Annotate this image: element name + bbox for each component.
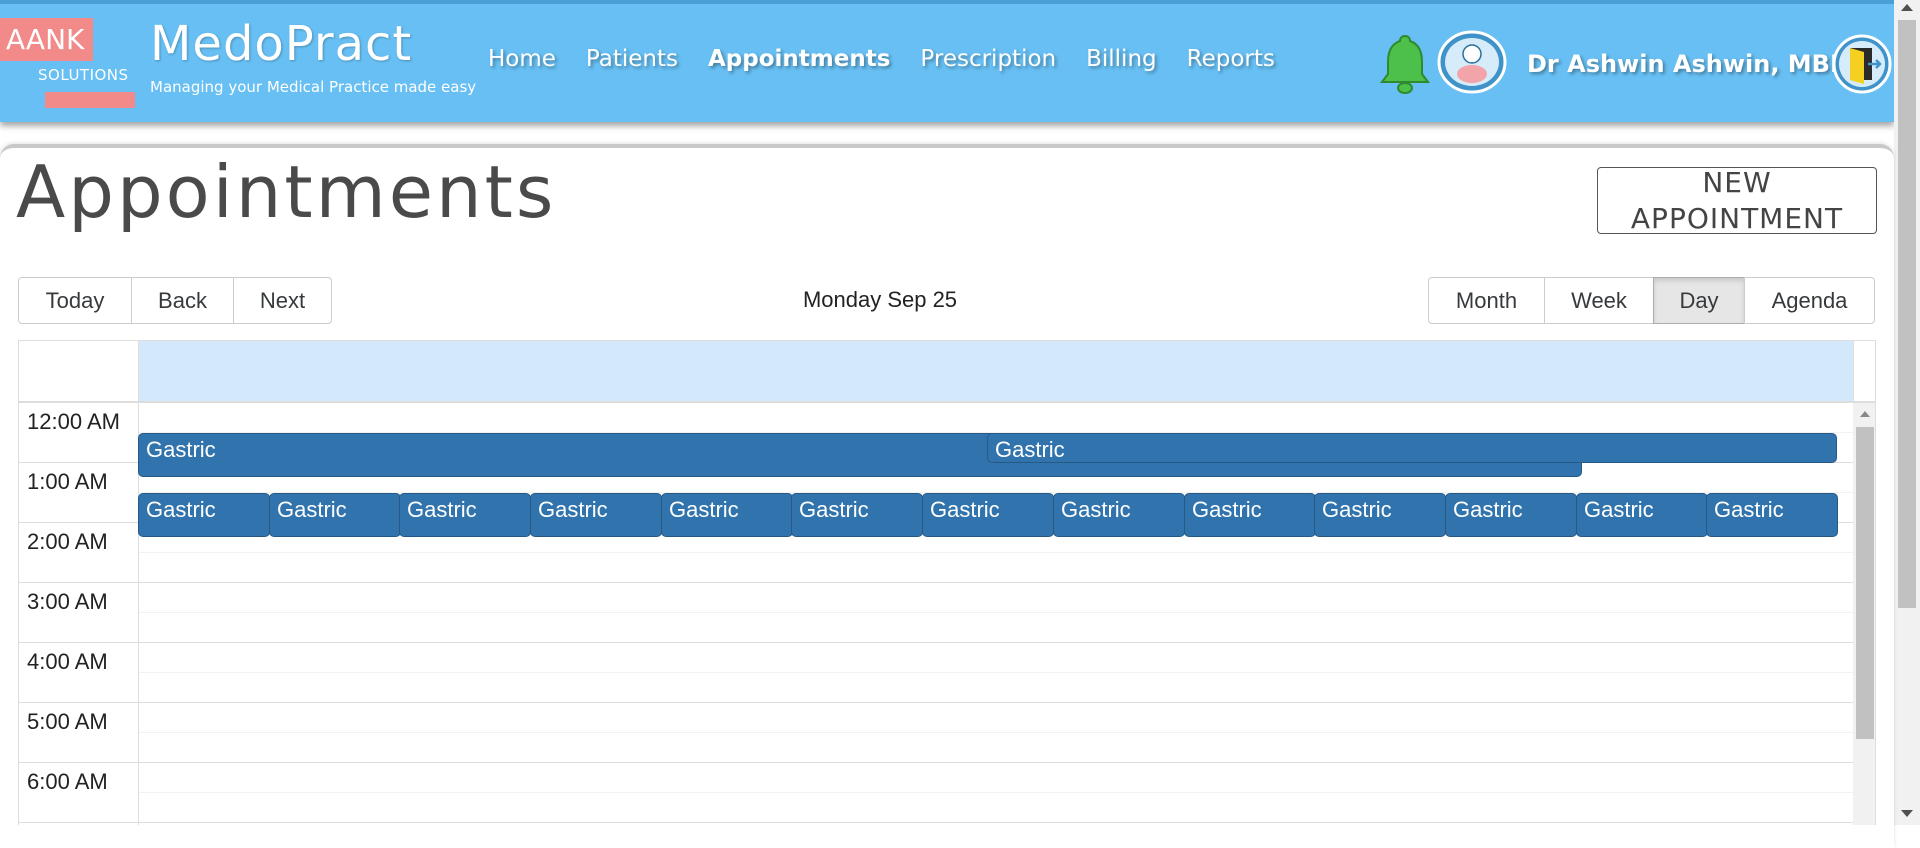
view-week-button[interactable]: Week [1544,277,1654,324]
new-appointment-label: NEW APPOINTMENT [1630,166,1844,235]
new-appointment-button[interactable]: NEW APPOINTMENT [1597,166,1877,235]
company-logo[interactable]: AANK SOLUTIONS [0,18,136,110]
day-calendar: 6:00 AM 5:00 AM 4:00 AM 3:00 AM 2:00 AM 1:00 … [18,340,1876,825]
nav-prescription[interactable]: Prescription [920,46,1056,72]
user-name[interactable]: Dr Ashwin Ashwin, MBBS [1527,50,1866,78]
scroll-up-arrow-icon[interactable] [1901,4,1913,11]
time-slot[interactable]: 5:00 AM [19,703,1853,763]
calendar-time-grid: 6:00 AM 5:00 AM 4:00 AM 3:00 AM 2:00 AM 1:00 … [19,403,1875,825]
appointment-event[interactable]: Gastric [1053,493,1185,537]
logo-solutions-text: SOLUTIONS [38,66,129,84]
appointment-event[interactable]: Gastric [138,493,270,537]
appointment-event[interactable]: Gastric [922,493,1054,537]
brand-tagline: Managing your Medical Practice made easy [150,78,477,96]
nav-appointments[interactable]: Appointments [708,46,890,72]
header-top-stripe [0,0,1894,4]
time-slot[interactable]: 3:00 AM [19,583,1853,643]
view-day-button[interactable]: Day [1653,277,1745,324]
appointment-event[interactable]: Gastric [1445,493,1577,537]
appointment-event[interactable]: Gastric [791,493,923,537]
appointment-event[interactable]: Gastric [530,493,662,537]
logo-bar [45,92,135,108]
appointment-event[interactable]: Gastric [1706,493,1838,537]
time-slot[interactable]: 6:00 AM [19,763,1853,823]
nav-patients[interactable]: Patients [586,46,678,72]
view-agenda-button[interactable]: Agenda [1744,277,1875,324]
page-title: Appointments [16,150,557,234]
nav-billing[interactable]: Billing [1086,46,1157,72]
calendar-header-gutter [19,341,139,401]
time-gutter [19,403,139,825]
brand-title: MedoPract [150,16,413,72]
calendar-day-header[interactable] [139,341,1854,401]
appointment-event[interactable]: Gastric [1576,493,1708,537]
appointment-event[interactable]: Gastric [399,493,531,537]
nav-reports[interactable]: Reports [1187,46,1275,72]
user-avatar-icon[interactable] [1437,30,1507,94]
appointment-event[interactable]: Gastric [1184,493,1316,537]
notification-bell-icon[interactable] [1378,32,1432,96]
half-hour-line [139,612,1853,613]
main-nav: Home Patients Appointments Prescription Bill… [488,46,1275,72]
navigation-button-group: Today Back Next [18,277,332,324]
page-scrollbar[interactable] [1894,0,1920,825]
half-hour-line [139,552,1853,553]
appointment-event[interactable]: Gastric [987,433,1837,463]
current-date-label: Monday Sep 25 [802,287,958,312]
appointment-event[interactable]: Gastric [269,493,401,537]
appointment-event[interactable]: Gastric [661,493,793,537]
time-slot[interactable]: 4:00 AM [19,643,1853,703]
scroll-down-arrow-icon[interactable] [1901,810,1913,817]
appointment-event[interactable]: Gastric [1314,493,1446,537]
half-hour-line [139,732,1853,733]
half-hour-line [139,792,1853,793]
app-header: AANK SOLUTIONS MedoPract Managing your M… [0,0,1894,122]
logout-door-icon[interactable] [1832,34,1892,94]
back-button[interactable]: Back [131,277,234,324]
calendar-scroll-up-arrow-icon[interactable] [1860,411,1870,417]
logo-aank-text: AANK [0,18,93,61]
calendar-scrollbar-thumb[interactable] [1856,427,1874,739]
view-month-button[interactable]: Month [1428,277,1545,324]
next-button[interactable]: Next [233,277,332,324]
scrollbar-thumb[interactable] [1898,20,1916,608]
calendar-scrollbar[interactable] [1853,403,1875,825]
half-hour-line [139,672,1853,673]
view-button-group: Month Week Day Agenda [1428,277,1875,324]
nav-home[interactable]: Home [488,46,556,72]
today-button[interactable]: Today [18,277,132,324]
